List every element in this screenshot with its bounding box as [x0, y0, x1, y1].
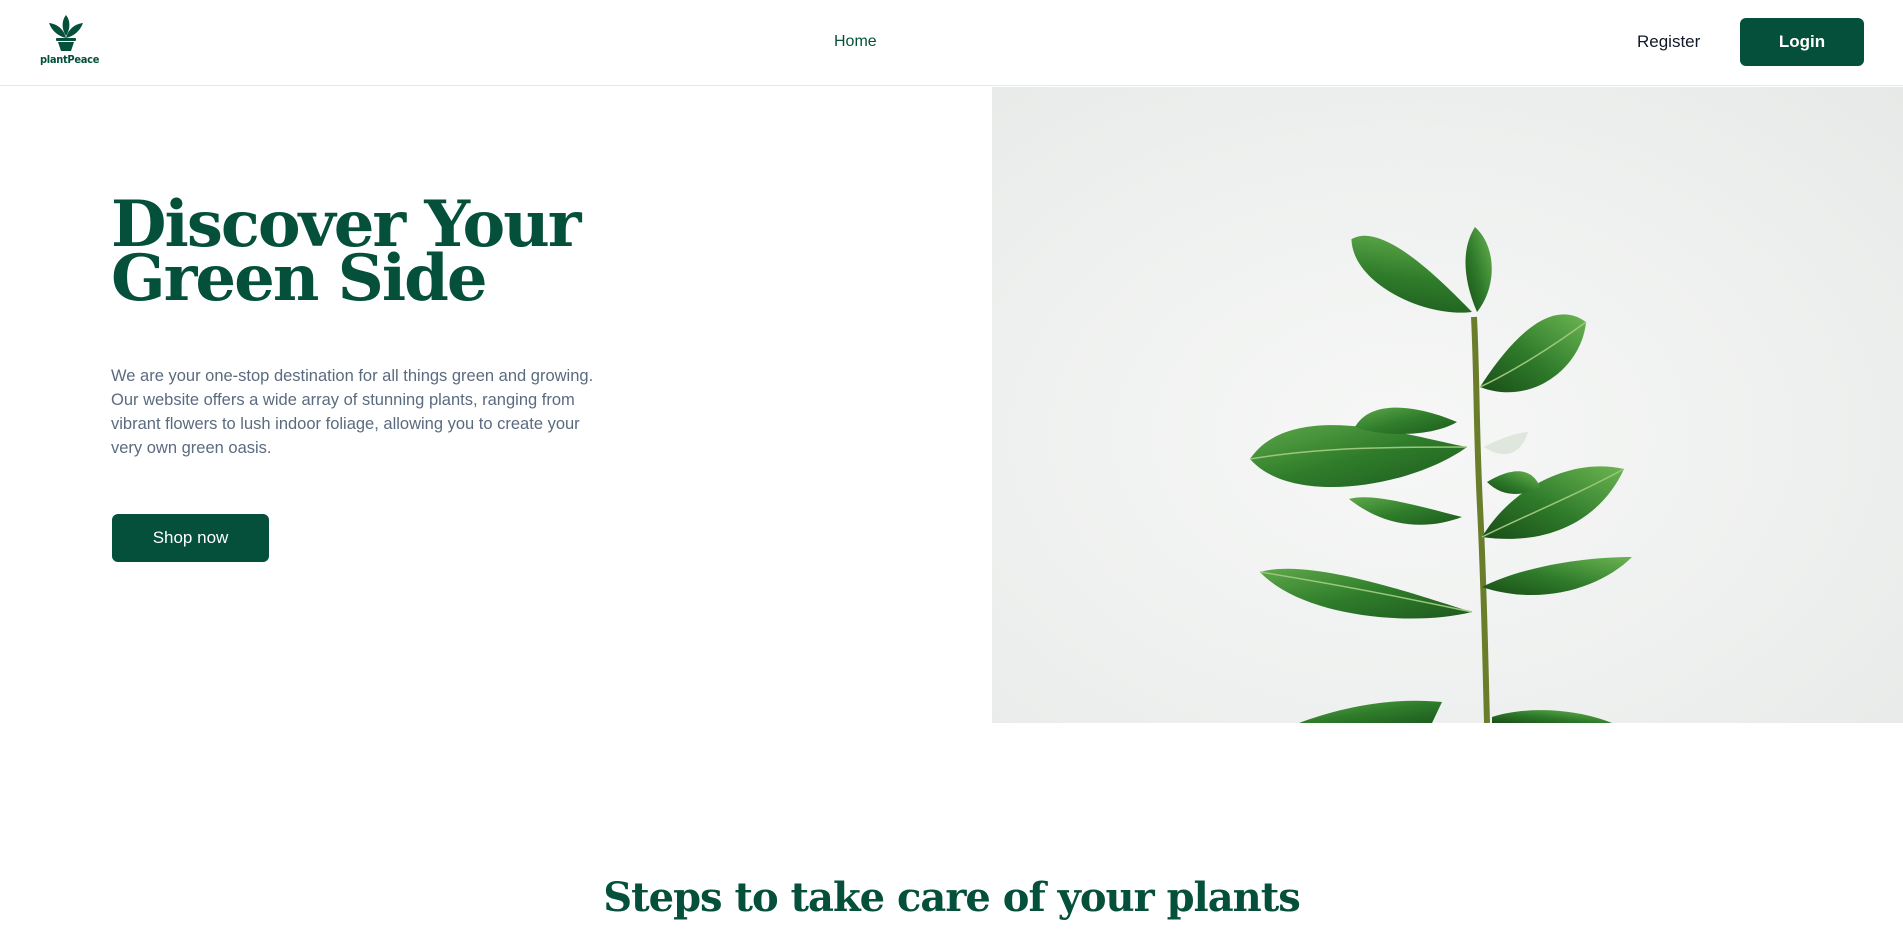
hero-description: We are your one-stop destination for all…	[111, 367, 594, 457]
register-link[interactable]: Register	[1637, 32, 1700, 52]
plant-pot-icon	[49, 15, 83, 51]
hero-title: Discover Your Green Side	[111, 193, 611, 311]
brand-logo[interactable]: plantPeace	[40, 14, 100, 70]
ficus-plant-illustration	[1249, 227, 1632, 723]
hero-title-line-2: Green Side	[111, 241, 488, 316]
steps-section-title: Steps to take care of your plants	[603, 874, 1301, 921]
login-button[interactable]: Login	[1740, 18, 1864, 66]
hero-plant-image	[992, 87, 1903, 723]
navbar: plantPeace Home Register Login	[0, 0, 1903, 86]
shop-now-button[interactable]: Shop now	[112, 514, 269, 562]
nav-link-home[interactable]: Home	[834, 33, 877, 51]
brand-name: plantPeace	[40, 53, 100, 66]
